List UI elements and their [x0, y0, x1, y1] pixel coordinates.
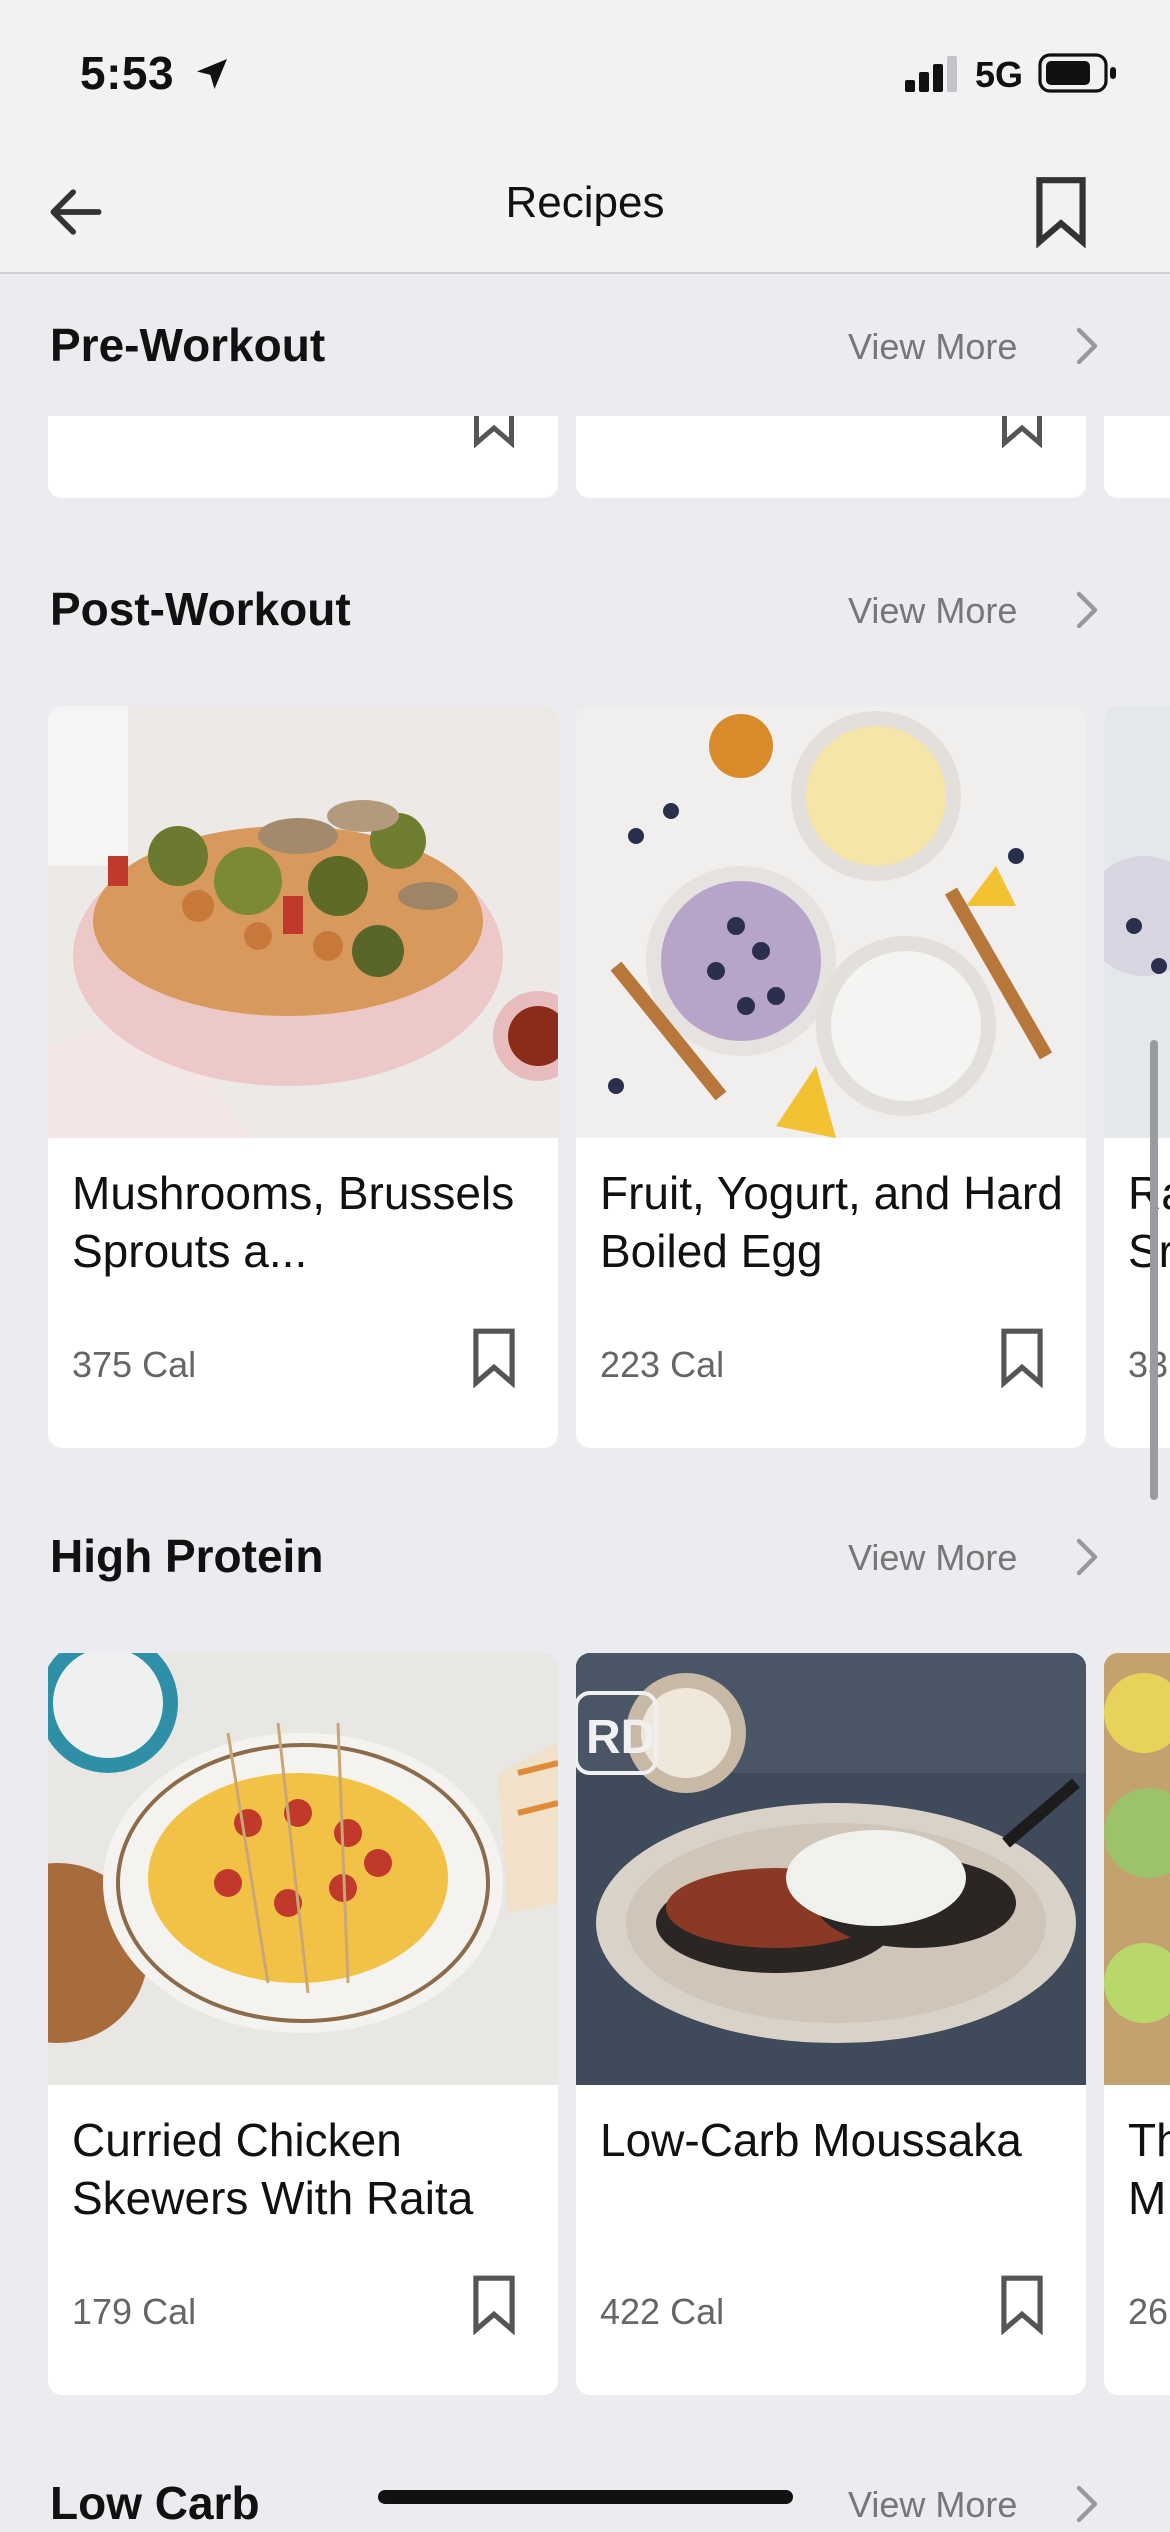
recipe-card[interactable]: Ra Sr 33 [1104, 706, 1170, 1448]
svg-text:RD: RD [586, 1711, 655, 1764]
navigation-bar: Recipes [0, 150, 1170, 274]
bookmark-icon[interactable] [468, 1326, 520, 1388]
recipe-card[interactable]: RD Low-Carb Moussaka 422 Cal [576, 1653, 1086, 2395]
recipe-title: Ra Sr [1128, 1167, 1170, 1277]
recipe-calories: 179 Cal [72, 2291, 197, 2332]
recipe-calories: 422 Cal [600, 2291, 725, 2332]
recipe-image [576, 706, 1086, 1138]
view-more-link[interactable]: View More [848, 2484, 1017, 2526]
recipe-calories: 26 [1128, 2291, 1169, 2332]
bookmark-icon[interactable] [468, 416, 520, 448]
recipe-list[interactable]: Pre-Workout View More Post-Workout View … [0, 276, 1170, 2532]
recipe-title: Th M [1128, 2114, 1170, 2224]
recipe-calories: 223 Cal [600, 1344, 725, 1385]
view-more-link[interactable]: View More [848, 1537, 1017, 1579]
section-low-carb: Low Carb View More [0, 2434, 1170, 2532]
section-title: Low Carb [50, 2477, 260, 2529]
recipe-image [1104, 706, 1170, 1138]
section-title: High Protein [50, 1530, 324, 1582]
section-post-workout: Post-Workout View More Mushrooms, Brusse… [0, 540, 1170, 1448]
section-title: Pre-Workout [50, 319, 326, 371]
bookmark-icon[interactable] [468, 2273, 520, 2335]
recipe-card[interactable]: Th M 26 [1104, 1653, 1170, 2395]
recipe-title: Low-Carb Moussaka [600, 2114, 1022, 2166]
section-title: Post-Workout [50, 583, 351, 635]
location-arrow-icon [197, 59, 227, 89]
bookmark-icon[interactable] [1030, 174, 1092, 248]
recipe-image: RD [576, 1653, 1086, 2085]
section-high-protein: High Protein View More Curried Chicken S… [0, 1487, 1170, 2487]
view-more-link[interactable]: View More [848, 590, 1017, 632]
scroll-indicator[interactable] [1150, 1040, 1158, 1500]
chevron-right-icon[interactable] [1070, 326, 1104, 366]
recipe-calories: 375 Cal [72, 1344, 197, 1385]
page-title: Recipes [505, 178, 665, 227]
bookmark-icon[interactable] [996, 2273, 1048, 2335]
recipe-image [48, 706, 558, 1138]
status-bar: 5:53 5G [0, 0, 1170, 150]
section-pre-workout: Pre-Workout View More [0, 276, 1170, 516]
recipe-card[interactable]: Mushrooms, Brussels Sprouts a... 375 Cal [48, 706, 558, 1448]
battery-icon [1038, 53, 1116, 93]
view-more-link[interactable]: View More [848, 326, 1017, 368]
recipe-title: Mushrooms, Brussels Sprouts a... [72, 1167, 515, 1277]
recipe-image [48, 1653, 558, 2085]
recipe-card[interactable]: Curried Chicken Skewers With Raita 179 C… [48, 1653, 558, 2395]
status-time: 5:53 [80, 47, 175, 99]
home-indicator[interactable] [378, 2490, 793, 2504]
recipe-card[interactable] [1104, 416, 1170, 498]
network-label: 5G [975, 54, 1024, 95]
recipe-card[interactable]: Fruit, Yogurt, and Hard Boiled Egg 223 C… [576, 706, 1086, 1448]
recipe-title: Curried Chicken Skewers With Raita [72, 2114, 474, 2224]
recipe-calories: 33 [1128, 1344, 1169, 1385]
recipe-image [1104, 1653, 1170, 2085]
recipe-card[interactable] [48, 416, 558, 498]
chevron-right-icon[interactable] [1070, 590, 1104, 630]
recipe-card[interactable] [576, 416, 1086, 498]
chevron-right-icon[interactable] [1070, 1537, 1104, 1577]
signal-icon [905, 56, 957, 92]
bookmark-icon[interactable] [996, 1326, 1048, 1388]
recipe-title: Fruit, Yogurt, and Hard Boiled Egg [600, 1167, 1063, 1277]
chevron-right-icon[interactable] [1070, 2484, 1104, 2524]
bookmark-icon[interactable] [996, 416, 1048, 448]
